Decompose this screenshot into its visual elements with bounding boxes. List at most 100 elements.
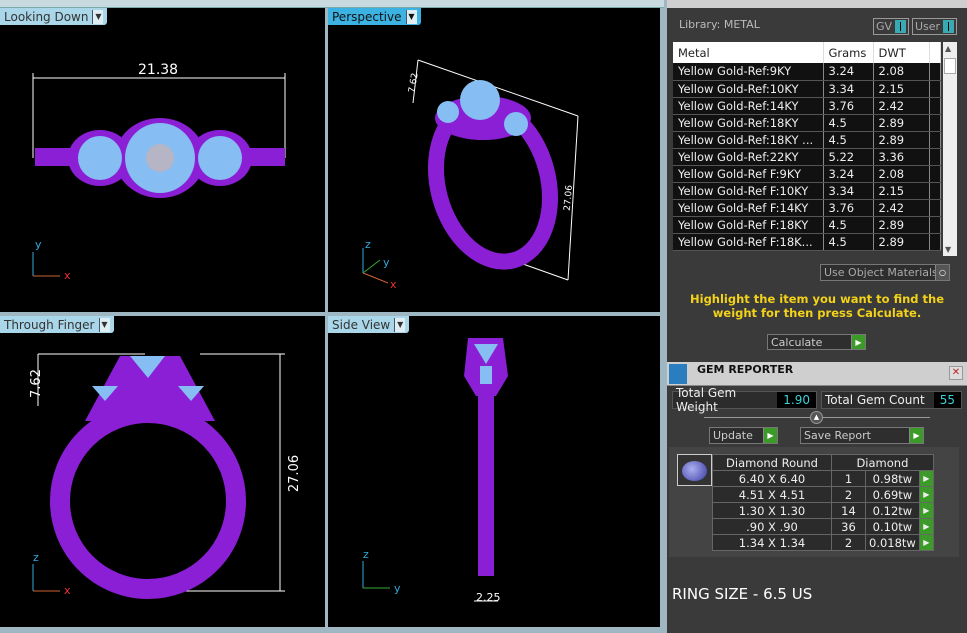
table-cell: 3.34	[823, 182, 874, 200]
play-icon: ▶	[851, 335, 865, 349]
dimension-label: 21.38	[138, 62, 179, 78]
column-header-spacer	[929, 42, 941, 63]
total-gem-weight-value: 1.90	[777, 392, 816, 408]
dimension-label: 7.62	[28, 369, 44, 398]
viewport-label[interactable]: Perspective ▼	[328, 8, 421, 25]
select-gem-icon[interactable]: ▶	[918, 470, 934, 487]
gv-toggle[interactable]: GV	[873, 18, 910, 35]
column-header: Diamond Round	[712, 454, 832, 471]
gem-cell: 2	[831, 534, 866, 551]
user-toggle-label: User	[915, 20, 941, 33]
select-gem-icon[interactable]: ▶	[918, 534, 934, 551]
viewport-looking-down[interactable]: y x 21.38 Looking Down ▼	[0, 8, 325, 312]
gem-row[interactable]: 6.40 X 6.40 1 0.98tw ▶	[712, 470, 934, 487]
table-cell: Yellow Gold-Ref F:18K...	[673, 233, 824, 251]
table-cell: 2.89	[873, 114, 930, 132]
metal-table-container: Metal Grams DWT Yellow Gold-Ref:9KY 3.24 2…	[673, 42, 943, 256]
table-row[interactable]: Yellow Gold-Ref:14KY 3.76 2.42	[673, 97, 941, 115]
table-cell: 4.5	[823, 131, 874, 149]
viewport-label-text: Side View	[332, 317, 391, 332]
chevron-down-icon[interactable]: ▼	[98, 317, 110, 332]
svg-text:y: y	[383, 256, 390, 269]
close-icon[interactable]: ✕	[949, 366, 963, 380]
table-cell: 2.42	[873, 97, 930, 115]
table-row[interactable]: Yellow Gold-Ref:22KY 5.22 3.36	[673, 148, 941, 166]
metal-table-scrollbar[interactable]: ▲ ▼	[943, 42, 957, 256]
table-cell: 2.89	[873, 216, 930, 234]
gem-reporter-title: GEM REPORTER	[697, 363, 794, 376]
select-gem-icon[interactable]: ▶	[918, 486, 934, 503]
gem-cell: 14	[831, 502, 866, 519]
scroll-up-icon[interactable]: ▲	[945, 44, 951, 53]
gem-cell: 1.30 X 1.30	[712, 502, 832, 519]
table-cell-spacer	[929, 233, 941, 251]
gem-reporter-icon	[669, 364, 687, 384]
viewport-side-view[interactable]: z y 2.25 Side View ▼	[328, 316, 660, 627]
collapse-icon[interactable]: ▲	[810, 411, 823, 424]
viewport-label[interactable]: Through Finger ▼	[0, 316, 114, 333]
table-cell: Yellow Gold-Ref:18KY	[673, 114, 824, 132]
table-cell: 2.89	[873, 131, 930, 149]
dimension-label: 27.06	[287, 454, 303, 493]
select-gem-icon[interactable]: ▶	[918, 502, 934, 519]
viewport-label-text: Perspective	[332, 9, 402, 24]
column-header: Diamond	[831, 454, 934, 471]
update-button[interactable]: Update ▶	[709, 427, 778, 444]
gem-cell: 4.51 X 4.51	[712, 486, 832, 503]
user-toggle[interactable]: User	[912, 18, 958, 35]
column-header[interactable]: DWT	[873, 42, 930, 63]
table-cell: 3.76	[823, 97, 874, 115]
column-header[interactable]: Metal	[673, 42, 824, 63]
viewport-label[interactable]: Side View ▼	[328, 316, 410, 333]
chevron-down-icon[interactable]: ▼	[394, 317, 406, 332]
scroll-down-icon[interactable]: ▼	[945, 245, 951, 254]
chevron-down-icon[interactable]: ▼	[92, 9, 104, 24]
gem-cell: 0.98tw	[865, 470, 920, 487]
play-icon: ▶	[763, 428, 777, 443]
chevron-down-icon[interactable]: ▼	[405, 9, 417, 24]
save-report-button[interactable]: Save Report ▶	[800, 427, 924, 444]
gem-row[interactable]: .90 X .90 36 0.10tw ▶	[712, 518, 934, 535]
viewport-through-finger[interactable]: z x 7.62 27.06 Through Finger ▼	[0, 316, 325, 627]
table-cell: 2.89	[873, 233, 930, 251]
table-row[interactable]: Yellow Gold-Ref:10KY 3.34 2.15	[673, 80, 941, 98]
total-gem-weight: Total Gem Weight 1.90	[672, 386, 817, 414]
gem-row[interactable]: 1.34 X 1.34 2 0.018tw ▶	[712, 534, 934, 551]
column-header[interactable]: Grams	[823, 42, 874, 63]
table-cell: 3.24	[823, 165, 874, 183]
table-row[interactable]: Yellow Gold-Ref F:10KY 3.34 2.15	[673, 182, 941, 200]
select-gem-icon[interactable]: ▶	[918, 518, 934, 535]
table-row[interactable]: Yellow Gold-Ref F:18KY 4.5 2.89	[673, 216, 941, 234]
table-cell: Yellow Gold-Ref:14KY	[673, 97, 824, 115]
gem-reporter-header: GEM REPORTER ✕	[667, 362, 967, 386]
metal-table: Metal Grams DWT Yellow Gold-Ref:9KY 3.24 2…	[673, 42, 941, 251]
table-row[interactable]: Yellow Gold-Ref:18KY 4.5 2.89	[673, 114, 941, 132]
gem-row[interactable]: 1.30 X 1.30 14 0.12tw ▶	[712, 502, 934, 519]
calculate-button[interactable]: Calculate ▶	[767, 334, 866, 350]
table-cell-spacer	[929, 148, 941, 166]
table-row[interactable]: Yellow Gold-Ref:18KY ... 4.5 2.89	[673, 131, 941, 149]
gem-cell: 6.40 X 6.40	[712, 470, 832, 487]
table-row[interactable]: Yellow Gold-Ref F:18K... 4.5 2.89	[673, 233, 941, 251]
table-cell: Yellow Gold-Ref F:10KY	[673, 182, 824, 200]
viewport-perspective[interactable]: zxy 7.62 27.06 Perspective ▼	[328, 8, 660, 312]
update-label: Update	[713, 429, 753, 442]
viewport-label[interactable]: Looking Down ▼	[0, 8, 108, 25]
table-row[interactable]: Yellow Gold-Ref F:14KY 3.76 2.42	[673, 199, 941, 217]
svg-text:z: z	[365, 238, 371, 251]
gem-row[interactable]: 4.51 X 4.51 2 0.69tw ▶	[712, 486, 934, 503]
use-object-materials-toggle[interactable]: Use Object Materials ○	[820, 264, 950, 281]
table-row[interactable]: Yellow Gold-Ref:9KY 3.24 2.08	[673, 63, 941, 81]
gem-cell: 36	[831, 518, 866, 535]
svg-text:y: y	[35, 238, 42, 251]
table-cell: 3.34	[823, 80, 874, 98]
table-cell: 5.22	[823, 148, 874, 166]
gem-cell: 1.34 X 1.34	[712, 534, 832, 551]
table-cell: 3.36	[873, 148, 930, 166]
diamond-icon	[677, 454, 712, 486]
scrollbar-thumb[interactable]	[944, 58, 956, 74]
table-row[interactable]: Yellow Gold-Ref F:9KY 3.24 2.08	[673, 165, 941, 183]
toggle-icon	[943, 20, 955, 33]
gem-table: Diamond Round Diamond 6.40 X 6.40 1 0.98tw…	[712, 454, 934, 551]
table-cell: 4.5	[823, 233, 874, 251]
